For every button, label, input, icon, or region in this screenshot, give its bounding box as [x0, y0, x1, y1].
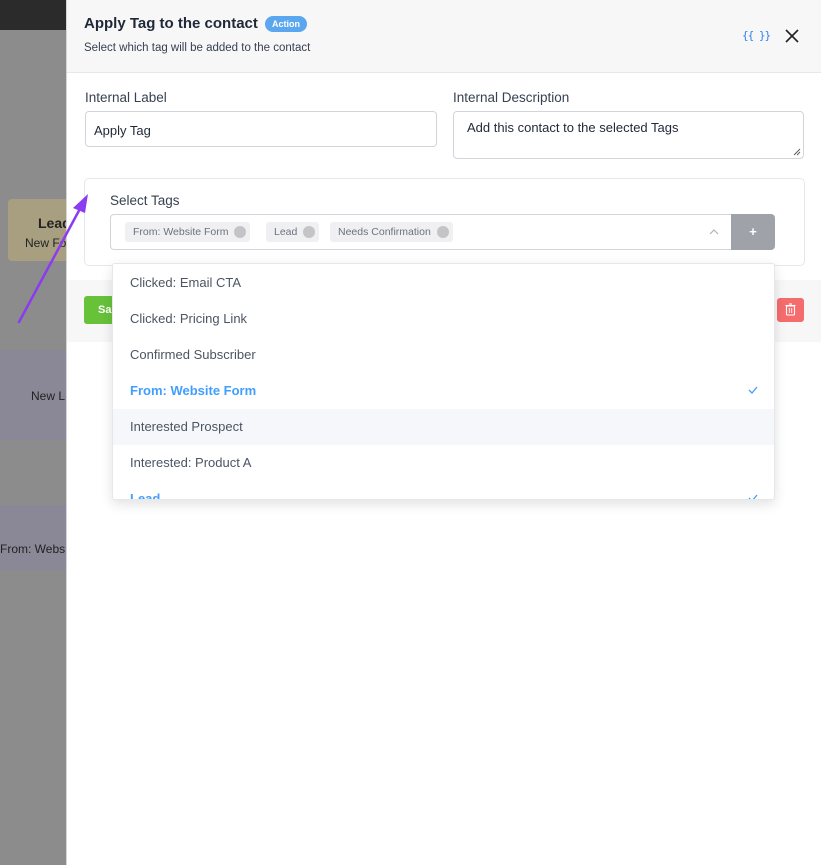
- action-badge: Action: [265, 16, 307, 32]
- tag-chip-label: Lead: [274, 226, 298, 238]
- dropdown-item-label: Confirmed Subscriber: [130, 347, 256, 362]
- dropdown-item[interactable]: Confirmed Subscriber: [113, 337, 774, 373]
- tag-multiselect[interactable]: From: Website Form Lead Needs Confirmati…: [110, 214, 731, 250]
- dropdown-item-selected[interactable]: From: Website Form: [113, 373, 774, 409]
- remove-tag-icon[interactable]: [303, 226, 316, 238]
- dropdown-item[interactable]: Clicked: Email CTA: [113, 265, 774, 301]
- drawer-subtitle: Select which tag will be added to the co…: [84, 42, 311, 54]
- workflow-node-new-lead[interactable]: New L: [0, 350, 70, 440]
- internal-description-value: Add this contact to the selected Tags: [467, 120, 679, 135]
- dropdown-item-label: Interested Prospect: [130, 419, 243, 434]
- dropdown-item-label: Clicked: Email CTA: [130, 275, 242, 290]
- node-subtitle: New Fo: [25, 236, 67, 250]
- close-icon[interactable]: [784, 28, 800, 44]
- delete-button[interactable]: [777, 298, 804, 322]
- dropdown-item-label: From: Website Form: [130, 383, 257, 398]
- trash-icon: [785, 303, 796, 316]
- tag-chip-label: Needs Confirmation: [338, 226, 431, 238]
- check-icon: [748, 386, 758, 394]
- chevron-up-icon[interactable]: [709, 227, 719, 237]
- dropdown-item[interactable]: Clicked: Pricing Link: [113, 301, 774, 337]
- drawer-title: Apply Tag to the contact: [84, 15, 258, 32]
- node-label: New L: [31, 389, 66, 403]
- tag-chip: Lead: [266, 222, 320, 242]
- check-icon: [748, 494, 758, 499]
- tag-chip: Needs Confirmation: [330, 222, 453, 242]
- remove-tag-icon[interactable]: [234, 226, 247, 238]
- save-button[interactable]: Sa: [84, 296, 114, 324]
- dropdown-item-selected[interactable]: Lead: [113, 481, 774, 500]
- internal-label-input[interactable]: Apply Tag: [85, 111, 437, 147]
- dropdown-item-label: Interested: Product A: [130, 455, 252, 470]
- dropdown-item[interactable]: Interested Prospect: [113, 409, 774, 445]
- drawer-header: Apply Tag to the contact Action Select w…: [67, 0, 821, 73]
- dropdown-item-label: Clicked: Pricing Link: [130, 311, 248, 326]
- internal-description-label: Internal Description: [453, 90, 570, 105]
- tag-dropdown: Clicked: Email CTA Clicked: Pricing Link…: [112, 263, 775, 500]
- internal-description-textarea[interactable]: Add this contact to the selected Tags: [453, 111, 804, 159]
- tag-chip: From: Website Form: [125, 222, 251, 242]
- node-label: From: Webs: [0, 542, 66, 556]
- remove-tag-icon[interactable]: [436, 226, 449, 238]
- code-braces-icon[interactable]: {{ }}: [742, 29, 771, 42]
- dropdown-item[interactable]: Interested: Product A: [113, 445, 774, 481]
- internal-label-label: Internal Label: [85, 90, 167, 105]
- workflow-node-website-form[interactable]: From: Webs: [0, 505, 70, 570]
- tag-chip-label: From: Website Form: [133, 226, 229, 238]
- dropdown-item-label: Lead: [130, 491, 161, 500]
- add-tag-button[interactable]: +: [731, 214, 775, 250]
- select-tags-label: Select Tags: [110, 193, 180, 208]
- resize-grip-icon[interactable]: [793, 148, 801, 156]
